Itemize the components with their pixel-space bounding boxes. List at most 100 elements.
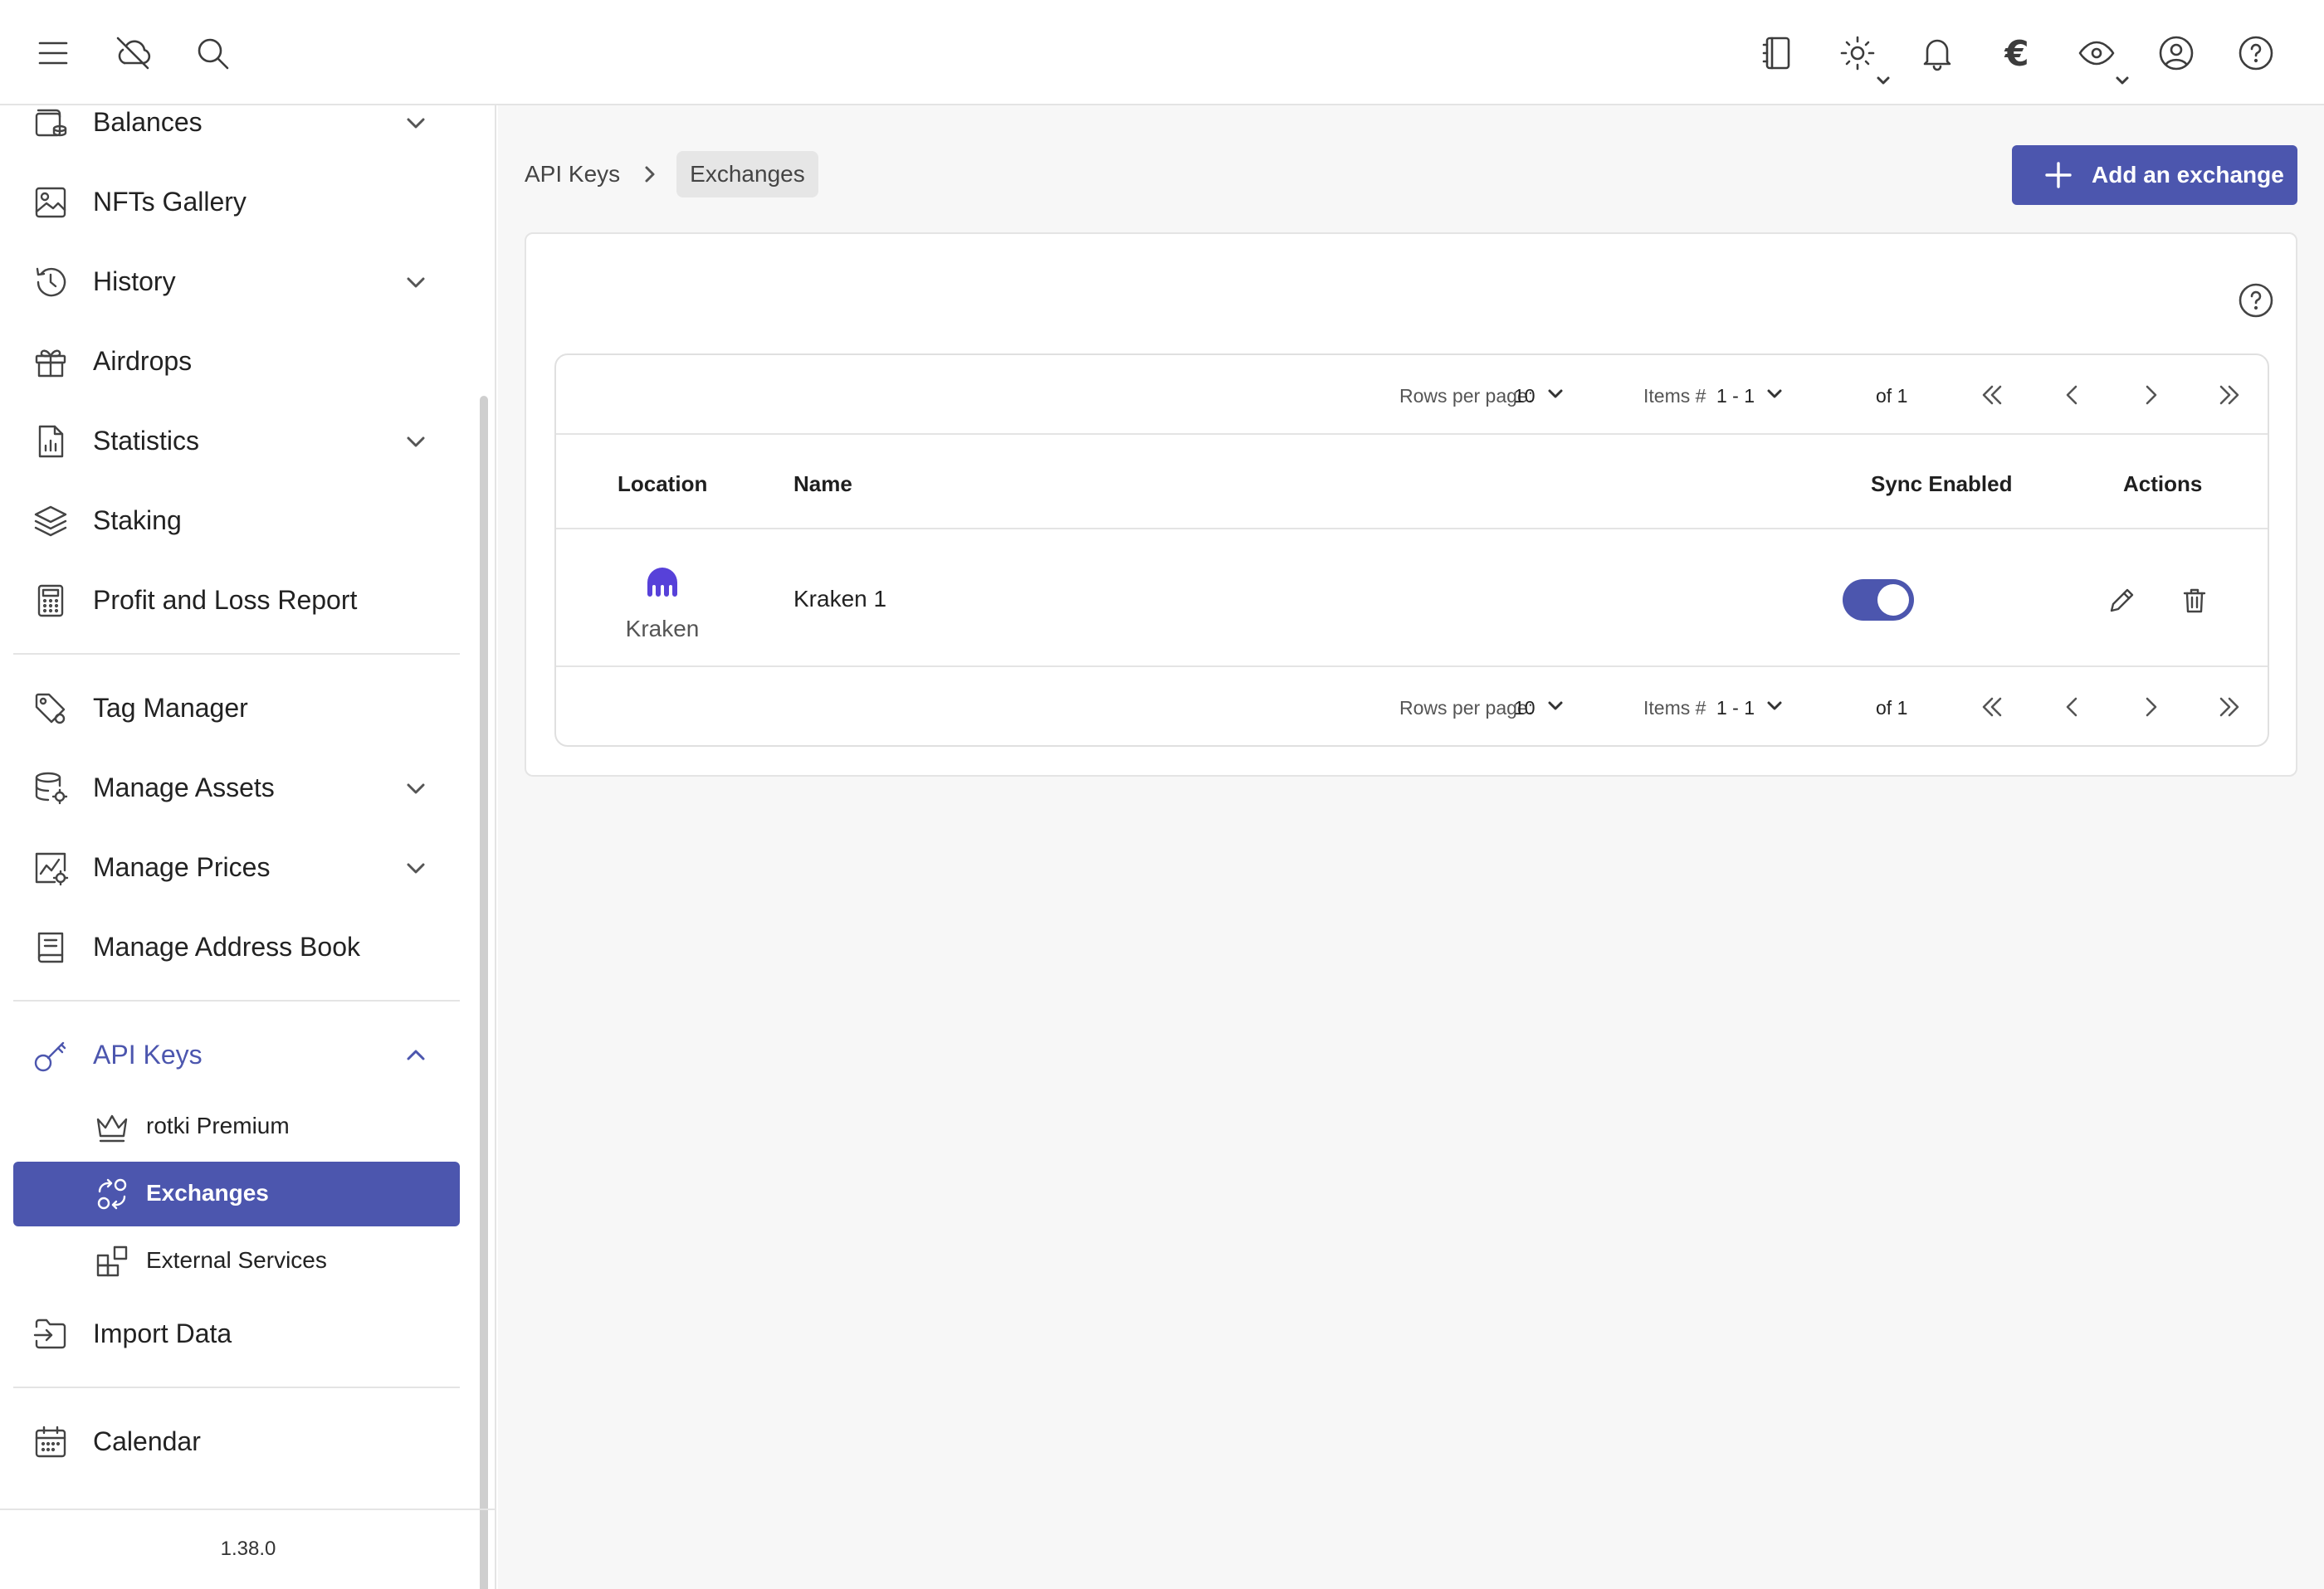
sidebar-subitem-external-services[interactable]: External Services <box>13 1229 460 1294</box>
first-page-icon[interactable] <box>1975 690 2009 724</box>
breadcrumb: API Keys Exchanges <box>525 151 818 197</box>
sidebar-item-profit-and-loss-report[interactable]: Profit and Loss Report <box>13 567 460 633</box>
exchange-icon <box>93 1175 131 1213</box>
sidebar-item-import-data[interactable]: Import Data <box>13 1300 460 1367</box>
previous-page-icon[interactable] <box>2055 690 2088 724</box>
sidebar-footer-divider <box>0 1509 496 1510</box>
sidebar-item-manage-assets[interactable]: Manage Assets <box>13 754 460 821</box>
rows-per-page-label: Rows per page: <box>1399 697 1534 719</box>
chevron-down-icon[interactable] <box>402 268 430 296</box>
sidebar: Balances NFTs Gallery History Airdrops S… <box>0 105 496 1589</box>
calendar-icon <box>32 1423 70 1461</box>
theme-chevron-down-icon[interactable] <box>1872 70 1894 91</box>
sidebar-scrollbar[interactable] <box>480 396 488 1589</box>
chevron-down-icon[interactable] <box>402 854 430 882</box>
stack-icon <box>32 502 70 540</box>
sidebar-item-label: API Keys <box>93 1039 203 1070</box>
crown-icon <box>93 1108 131 1146</box>
table-divider <box>556 433 2268 435</box>
chevron-down-icon[interactable] <box>1545 383 1565 403</box>
last-page-icon[interactable] <box>2213 690 2246 724</box>
chevron-down-icon[interactable] <box>402 109 430 137</box>
last-page-icon[interactable] <box>2213 378 2246 412</box>
rows-per-page-label: Rows per page: <box>1399 385 1534 407</box>
search-icon[interactable] <box>179 20 246 86</box>
plus-icon <box>2043 160 2073 190</box>
import-icon <box>32 1315 70 1353</box>
sidebar-item-calendar[interactable]: Calendar <box>13 1408 460 1474</box>
sidebar-item-balances[interactable]: Balances <box>13 89 460 155</box>
sidebar-item-manage-prices[interactable]: Manage Prices <box>13 834 460 900</box>
chevron-down-icon[interactable] <box>1765 383 1784 403</box>
sidebar-item-label: Import Data <box>93 1318 232 1348</box>
user-circle-icon[interactable] <box>2143 20 2209 86</box>
sidebar-item-nfts-gallery[interactable]: NFTs Gallery <box>13 168 460 235</box>
rows-per-page-value[interactable]: 10 <box>1514 697 1536 719</box>
menu-icon[interactable] <box>20 20 86 86</box>
help-circle-icon[interactable] <box>2223 20 2289 86</box>
chevron-down-icon[interactable] <box>402 427 430 456</box>
sidebar-item-history[interactable]: History <box>13 248 460 314</box>
sidebar-divider <box>13 1387 460 1388</box>
notebook-icon[interactable] <box>1745 20 1811 86</box>
chart-file-icon <box>32 422 70 461</box>
sidebar-item-label: Tag Manager <box>93 692 248 723</box>
sync-enabled-toggle[interactable] <box>1843 579 1914 621</box>
sidebar-item-api-keys[interactable]: API Keys <box>13 1021 460 1088</box>
key-icon <box>32 1036 70 1075</box>
sidebar-item-staking[interactable]: Staking <box>13 487 460 553</box>
edit-pencil-icon[interactable] <box>2105 584 2138 617</box>
bell-icon[interactable] <box>1904 20 1970 86</box>
sidebar-item-manage-address-book[interactable]: Manage Address Book <box>13 914 460 980</box>
items-range-value[interactable]: 1 - 1 <box>1716 385 1755 407</box>
sidebar-subitem-rotki-premium[interactable]: rotki Premium <box>13 1094 460 1159</box>
breadcrumb-current: Exchanges <box>676 151 818 197</box>
row-location: Kraken <box>625 616 700 641</box>
sidebar-subitem-exchanges[interactable]: Exchanges <box>13 1162 460 1226</box>
sidebar-subitem-label: External Services <box>146 1247 327 1273</box>
sidebar-subitem-label: Exchanges <box>146 1180 269 1206</box>
sidebar-divider <box>13 1000 460 1002</box>
book-icon <box>32 929 70 967</box>
column-header-location[interactable]: Location <box>618 471 707 497</box>
privacy-chevron-down-icon[interactable] <box>2112 70 2133 91</box>
sidebar-divider <box>13 653 460 655</box>
history-icon <box>32 263 70 301</box>
exchanges-card: Rows per page: 10 Items # 1 - 1 of 1 Loc… <box>525 232 2297 777</box>
column-header-name[interactable]: Name <box>793 471 852 497</box>
add-exchange-button[interactable]: Add an exchange <box>2012 145 2297 205</box>
cloud-off-icon[interactable] <box>100 20 166 86</box>
calculator-icon <box>32 582 70 620</box>
next-page-icon[interactable] <box>2135 378 2168 412</box>
previous-page-icon[interactable] <box>2055 378 2088 412</box>
app-version: 1.38.0 <box>220 1538 276 1560</box>
next-page-icon[interactable] <box>2135 690 2168 724</box>
rows-per-page-value[interactable]: 10 <box>1514 385 1536 407</box>
delete-trash-icon[interactable] <box>2178 584 2211 617</box>
price-gear-icon <box>32 849 70 887</box>
kraken-logo-icon <box>644 566 681 599</box>
sidebar-item-label: Manage Address Book <box>93 931 360 962</box>
chevron-down-icon[interactable] <box>1545 695 1565 715</box>
sidebar-item-label: Manage Prices <box>93 851 271 882</box>
breadcrumb-parent[interactable]: API Keys <box>525 161 620 188</box>
items-label: Items # <box>1643 385 1706 407</box>
first-page-icon[interactable] <box>1975 378 2009 412</box>
chevron-down-icon[interactable] <box>402 774 430 802</box>
chevron-up-icon[interactable] <box>402 1041 430 1070</box>
main-content: API Keys Exchanges Add an exchange Rows … <box>498 105 2324 1589</box>
sidebar-item-statistics[interactable]: Statistics <box>13 407 460 474</box>
sidebar-item-tag-manager[interactable]: Tag Manager <box>13 675 460 741</box>
items-label: Items # <box>1643 697 1706 719</box>
help-circle-icon[interactable] <box>2236 280 2276 320</box>
sidebar-subitem-label: rotki Premium <box>146 1113 290 1138</box>
page-total: of 1 <box>1876 697 1908 719</box>
chevron-down-icon[interactable] <box>1765 695 1784 715</box>
sidebar-item-airdrops[interactable]: Airdrops <box>13 328 460 394</box>
apps-icon <box>93 1242 131 1280</box>
wallet-icon <box>32 104 70 142</box>
currency-euro-icon[interactable]: € <box>1984 20 2050 86</box>
sidebar-item-label: Balances <box>93 106 203 137</box>
items-range-value[interactable]: 1 - 1 <box>1716 697 1755 719</box>
image-icon <box>32 183 70 222</box>
